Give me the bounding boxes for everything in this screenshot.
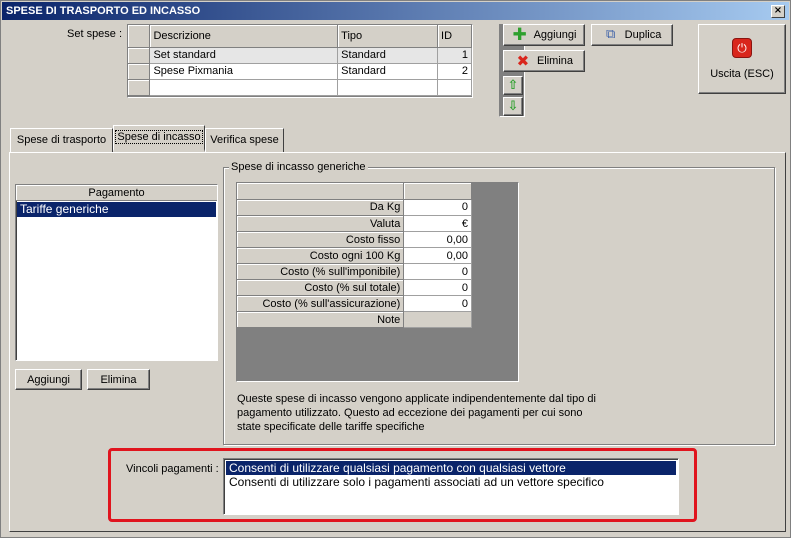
tab-spese-di-trasporto[interactable]: Spese di trasporto	[10, 128, 113, 152]
tab-label: Verifica spese	[210, 134, 279, 146]
generic-costs-description: Queste spese di incasso vengono applicat…	[237, 392, 617, 434]
row-selector-header	[128, 25, 151, 48]
elimina-label: Elimina	[536, 55, 574, 67]
column-header-id[interactable]: ID	[437, 25, 472, 48]
table-row[interactable]: Note	[237, 311, 472, 328]
set-spese-label: Set spese :	[67, 28, 123, 40]
column-header-tipo[interactable]: Tipo	[337, 25, 439, 48]
tab-spese-di-incasso[interactable]: Spese di incasso	[113, 125, 205, 152]
uscita-button[interactable]: ⏻ Uscita (ESC)	[698, 24, 786, 94]
cell-empty[interactable]	[437, 79, 472, 96]
column-header-descrizione[interactable]: Descrizione	[149, 25, 339, 48]
table-row[interactable]: Valuta €	[237, 215, 472, 232]
tab-verifica-spese[interactable]: Verifica spese	[205, 128, 284, 152]
cell-id[interactable]: 2	[437, 63, 472, 80]
pagamento-aggiungi-button[interactable]: Aggiungi	[15, 369, 82, 390]
cost-value[interactable]: 0	[403, 279, 472, 296]
pagamento-elimina-button[interactable]: Elimina	[87, 369, 150, 390]
aggiungi-label: Aggiungi	[533, 29, 577, 41]
close-icon[interactable]: ×	[771, 5, 785, 18]
group-title: Spese di incasso generiche	[229, 161, 368, 173]
cost-label: Costo fisso	[237, 231, 405, 248]
window-title: SPESE DI TRASPORTO ED INCASSO	[6, 5, 201, 17]
table-row[interactable]: Spese Pixmania Standard 2	[128, 63, 472, 80]
list-item[interactable]: Tariffe generiche	[17, 202, 216, 217]
set-spese-grid[interactable]: Descrizione Tipo ID Set standard Standar…	[127, 24, 473, 98]
cost-label: Costo (% sull'imponibile)	[237, 263, 405, 280]
aggiungi-button[interactable]: ✚ Aggiungi	[503, 24, 585, 46]
title-bar: SPESE DI TRASPORTO ED INCASSO ×	[2, 2, 789, 20]
table-row-empty[interactable]	[128, 79, 472, 96]
description-line: Queste spese di incasso vengono applicat…	[237, 393, 596, 405]
row-selector[interactable]	[128, 79, 151, 96]
tab-label: Spese di incasso	[115, 130, 203, 144]
cost-label: Valuta	[237, 215, 405, 232]
cost-label: Costo (% sull'assicurazione)	[237, 295, 405, 312]
arrow-down-icon: ⇩	[507, 98, 519, 114]
duplica-label: Duplica	[624, 29, 662, 41]
cost-value[interactable]: 0	[403, 295, 472, 312]
cell-id[interactable]: 1	[437, 47, 472, 64]
move-up-button[interactable]: ⇧	[503, 76, 523, 95]
table-row[interactable]: Costo (% sull'imponibile) 0	[237, 263, 472, 280]
pagamento-list[interactable]: Pagamento Tariffe generiche	[15, 184, 218, 361]
cell-empty[interactable]	[149, 79, 339, 96]
move-down-button[interactable]: ⇩	[503, 97, 523, 116]
table-row[interactable]: Costo (% sul totale) 0	[237, 279, 472, 296]
copy-icon: ⧉	[606, 27, 616, 42]
grid-value-header	[403, 183, 472, 200]
arrow-up-icon: ⇧	[507, 77, 519, 93]
cell-descrizione[interactable]: Set standard	[149, 47, 339, 64]
cost-value[interactable]: 0,00	[403, 247, 472, 264]
tab-label: Spese di trasporto	[16, 134, 107, 146]
cost-value[interactable]: €	[403, 215, 472, 232]
main-window: SPESE DI TRASPORTO ED INCASSO × Set spes…	[0, 0, 791, 538]
cost-value[interactable]: 0,00	[403, 231, 472, 248]
pagamento-header[interactable]: Pagamento	[16, 185, 217, 201]
cost-value[interactable]: 0	[403, 263, 472, 280]
power-icon: ⏻	[732, 38, 752, 58]
cost-label: Da Kg	[237, 199, 405, 216]
cell-tipo[interactable]: Standard	[337, 47, 439, 64]
highlight-box	[108, 448, 697, 522]
costs-table[interactable]: Da Kg 0 Valuta € Costo fisso 0,00 Costo ogni 1…	[237, 199, 472, 328]
generic-costs-grid[interactable]: Da Kg 0 Valuta € Costo fisso 0,00 Costo ogni 1…	[236, 182, 519, 382]
cost-label: Note	[237, 311, 405, 328]
cell-descrizione[interactable]: Spese Pixmania	[149, 63, 339, 80]
table-row[interactable]: Costo (% sull'assicurazione) 0	[237, 295, 472, 312]
cell-empty[interactable]	[337, 79, 439, 96]
table-row[interactable]: Costo ogni 100 Kg 0,00	[237, 247, 472, 264]
description-line: pagamento utilizzato. Questo ad eccezion…	[237, 407, 583, 419]
elimina-button[interactable]: ✖ Elimina	[503, 50, 585, 72]
cell-tipo[interactable]: Standard	[337, 63, 439, 80]
row-selector[interactable]	[128, 63, 151, 80]
table-row[interactable]: Da Kg 0	[237, 199, 472, 216]
row-selector[interactable]	[128, 47, 151, 64]
table-row[interactable]: Set standard Standard 1	[128, 47, 472, 64]
plus-icon: ✚	[512, 25, 527, 45]
duplica-button[interactable]: ⧉ Duplica	[591, 24, 673, 46]
cost-label: Costo ogni 100 Kg	[237, 247, 405, 264]
grid-corner	[237, 183, 405, 200]
description-line: state specificate delle tariffe specific…	[237, 421, 425, 433]
cost-label: Costo (% sul totale)	[237, 279, 405, 296]
uscita-label: Uscita (ESC)	[710, 68, 774, 80]
cost-value[interactable]	[403, 311, 472, 328]
cost-value[interactable]: 0	[403, 199, 472, 216]
table-row[interactable]: Costo fisso 0,00	[237, 231, 472, 248]
delete-x-icon: ✖	[516, 52, 530, 70]
